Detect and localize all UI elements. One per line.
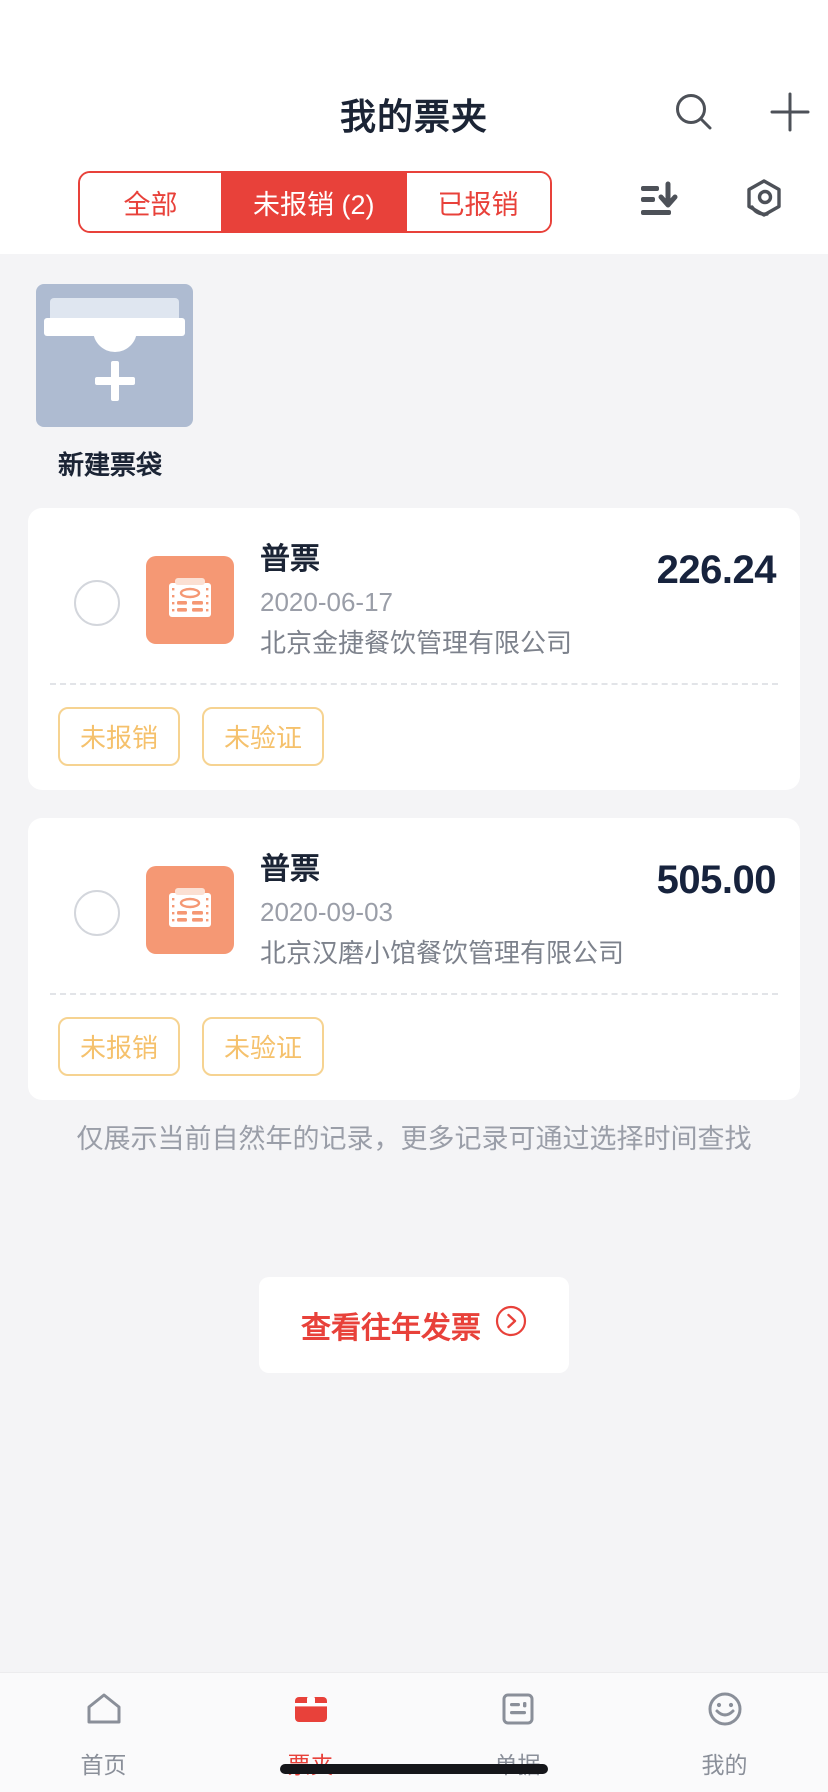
invoice-details: 普票 2020-09-03 北京汉磨小馆餐饮管理有限公司 <box>234 844 647 973</box>
nav-label-profile: 我的 <box>701 1751 748 1778</box>
filter-segmented-control: 全部 未报销 (2) 已报销 <box>78 171 552 233</box>
new-pocket-label: 新建票袋 <box>58 450 163 480</box>
nav-item-profile[interactable]: 我的 <box>621 1686 828 1780</box>
invoice-icon <box>146 556 234 644</box>
smiley-face-icon <box>702 1686 748 1737</box>
tab-reimbursed[interactable]: 已报销 <box>406 173 550 231</box>
invoice-type: 普票 <box>260 853 320 886</box>
header-actions <box>672 78 812 150</box>
folder-plus-icon <box>36 284 193 427</box>
year-button-wrap: 查看往年发票 <box>0 1277 828 1374</box>
home-indicator <box>280 1764 548 1774</box>
invoice-amount: 505.00 <box>656 858 777 902</box>
invoice-amount: 226.24 <box>656 548 777 592</box>
tab-all[interactable]: 全部 <box>80 173 223 231</box>
chevron-right-circle-icon <box>495 1305 527 1345</box>
view-past-invoices-label: 查看往年发票 <box>301 1312 481 1346</box>
invoice-date: 2020-09-03 <box>260 897 393 927</box>
search-icon[interactable] <box>672 90 716 139</box>
invoice-details: 普票 2020-06-17 北京金捷餐饮管理有限公司 <box>234 534 647 663</box>
wallet-icon <box>288 1686 334 1737</box>
status-badge-reimbursement: 未报销 <box>58 1017 181 1076</box>
top-bar: 我的票夹 全部 未报销 (2) 已报销 <box>0 0 828 254</box>
plus-glyph <box>87 353 143 409</box>
tab-tools <box>636 176 810 229</box>
invoice-tags: 未报销 未验证 <box>28 995 800 1100</box>
tab-row: 全部 未报销 (2) 已报销 <box>0 150 828 254</box>
invoice-card-main: 普票 2020-09-03 北京汉磨小馆餐饮管理有限公司 505.00 <box>28 818 800 993</box>
plus-icon[interactable] <box>768 90 812 139</box>
status-badge-reimbursement: 未报销 <box>58 707 181 766</box>
nav-item-home[interactable]: 首页 <box>0 1686 207 1780</box>
invoice-tags: 未报销 未验证 <box>28 685 800 790</box>
invoice-card[interactable]: 普票 2020-09-03 北京汉磨小馆餐饮管理有限公司 505.00 未报销 … <box>28 818 800 1100</box>
document-icon <box>495 1686 541 1737</box>
scan-hexagon-icon[interactable] <box>740 176 788 229</box>
list-footnote: 仅展示当前自然年的记录，更多记录可通过选择时间查找 <box>76 1124 752 1154</box>
page-title: 我的票夹 <box>339 96 488 137</box>
invoice-type: 普票 <box>260 543 320 576</box>
bottom-nav: 首页 票夹 单据 <box>0 1672 828 1792</box>
app-screen: 我的票夹 全部 未报销 (2) 已报销 新建票袋 普票 2020-06-17 北… <box>0 0 828 1792</box>
invoice-select-checkbox[interactable] <box>74 580 120 626</box>
invoice-card[interactable]: 普票 2020-06-17 北京金捷餐饮管理有限公司 226.24 未报销 未验… <box>28 508 800 790</box>
invoice-company: 北京汉磨小馆餐饮管理有限公司 <box>260 938 625 968</box>
nav-label-documents: 单据 <box>495 1746 541 1780</box>
invoice-list: 普票 2020-06-17 北京金捷餐饮管理有限公司 226.24 未报销 未验… <box>0 482 828 1100</box>
invoice-select-checkbox[interactable] <box>74 890 120 936</box>
home-icon <box>81 1686 127 1737</box>
view-past-invoices-button[interactable]: 查看往年发票 <box>259 1277 569 1374</box>
invoice-company: 北京金捷餐饮管理有限公司 <box>260 628 573 658</box>
invoice-card-main: 普票 2020-06-17 北京金捷餐饮管理有限公司 226.24 <box>28 508 800 683</box>
title-row: 我的票夹 <box>0 78 828 150</box>
tab-unreimbursed[interactable]: 未报销 (2) <box>223 173 407 231</box>
content-area: 新建票袋 普票 2020-06-17 北京金捷餐饮管理有限公司 226.24 未… <box>0 254 828 1672</box>
invoice-icon <box>146 866 234 954</box>
nav-label-wallet: 票夹 <box>288 1746 334 1780</box>
nav-label-home: 首页 <box>80 1751 127 1778</box>
status-badge-verification: 未验证 <box>202 1017 325 1076</box>
status-badge-verification: 未验证 <box>202 707 325 766</box>
new-pocket-card[interactable]: 新建票袋 <box>36 284 193 482</box>
folder-section: 新建票袋 <box>0 254 828 482</box>
invoice-date: 2020-06-17 <box>260 587 393 617</box>
sort-descending-icon[interactable] <box>636 177 682 228</box>
folder-notch <box>92 328 137 352</box>
